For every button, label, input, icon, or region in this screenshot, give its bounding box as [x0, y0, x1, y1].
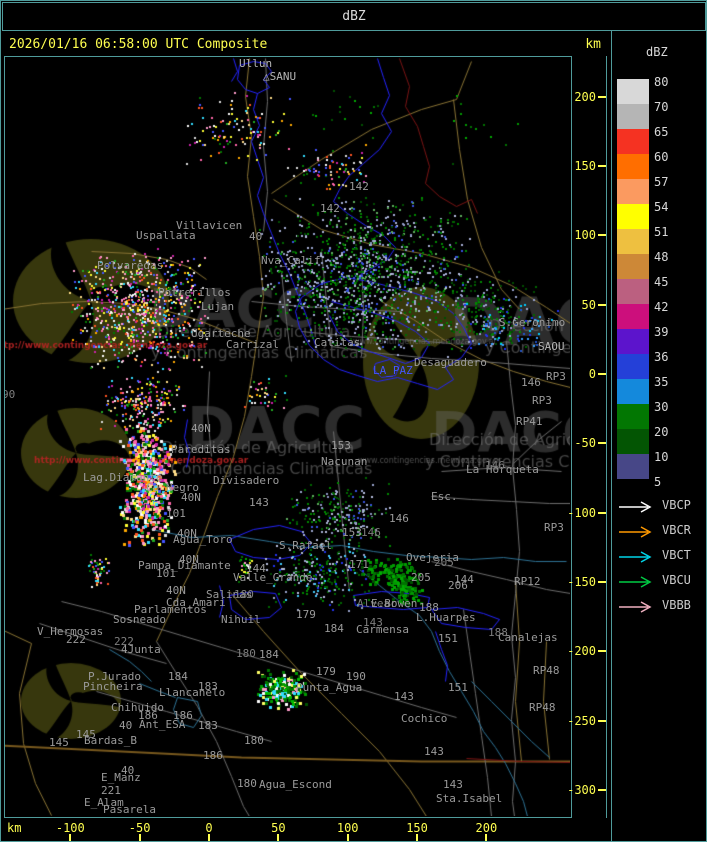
- vector-arrow-icon: [619, 601, 652, 613]
- colorbar-tick-label: 51: [654, 225, 669, 239]
- colorbar-title: dBZ: [646, 45, 668, 59]
- colorbar-tick-label: 5: [654, 475, 662, 489]
- colorbar-tick-label: 70: [654, 100, 669, 114]
- vector-legend-row: VBBB: [617, 598, 691, 613]
- vector-legend-label: VBCP: [662, 498, 691, 512]
- right-axis-tick-label: 150: [574, 159, 596, 174]
- colorbar-swatch: [617, 204, 649, 229]
- map-frame: [4, 56, 572, 818]
- colorbar-tick-label: 20: [654, 425, 669, 439]
- colorbar-swatch: [617, 129, 649, 154]
- right-axis-tick: [598, 719, 606, 722]
- legend-panel: dBZ 80 70 65 60 57 54 51 48 45 42 39 36 35 30 20 10 5 VB…: [611, 31, 706, 841]
- right-axis-tick-label: 100: [574, 228, 596, 243]
- colorbar-tick-label: 36: [654, 350, 669, 364]
- bottom-axis-tick-label: 200: [475, 821, 498, 835]
- colorbar-swatch: [617, 429, 649, 454]
- vector-arrow-icon: [619, 576, 652, 588]
- bottom-axis-tick-label: -100: [55, 821, 85, 835]
- bottom-axis-tick: [69, 834, 72, 841]
- right-axis-tick: [598, 95, 606, 98]
- right-axis-tick-label: -300: [567, 782, 596, 797]
- right-axis-tick-label: -50: [574, 436, 596, 451]
- right-axis-tick: [598, 303, 606, 306]
- colorbar-swatch: [617, 104, 649, 129]
- bottom-axis-tick-label: 50: [271, 821, 286, 835]
- vector-legend-row: VBCR: [617, 523, 691, 538]
- colorbar-swatch: [617, 329, 649, 354]
- right-axis-tick: [598, 234, 606, 237]
- timestamp-label: 2026/01/16 06:58:00 UTC Composite: [9, 37, 268, 52]
- right-axis-tick: [598, 650, 606, 653]
- vector-legend-row: VBCP: [617, 498, 691, 513]
- right-axis-tick: [598, 580, 606, 583]
- bottom-axis-tick-label: 150: [406, 821, 428, 835]
- vector-legend-label: VBCU: [662, 573, 691, 587]
- colorbar-tick-label: 45: [654, 275, 669, 289]
- colorbar-tick-label: 39: [654, 325, 669, 339]
- right-axis-tick-label: 200: [574, 89, 596, 104]
- bottom-axis-tick: [416, 834, 419, 841]
- right-axis-tick: [598, 165, 606, 168]
- vector-legend-label: VBCT: [662, 548, 691, 562]
- colorbar-tick-label: 35: [654, 375, 669, 389]
- right-axis-tick-label: -100: [567, 505, 596, 520]
- right-axis-tick-label: 50: [581, 297, 596, 312]
- bottom-axis-tick-label: 0: [205, 821, 213, 835]
- colorbar-tick-label: 42: [654, 300, 669, 314]
- right-axis-tick-label: 0: [588, 367, 596, 381]
- vector-legend-row: VBCU: [617, 573, 691, 588]
- right-axis-tick: [598, 511, 606, 514]
- bottom-axis-tick: [485, 834, 488, 841]
- colorbar-swatch: [617, 279, 649, 304]
- bottom-axis-tick: [138, 834, 141, 841]
- colorbar-swatch: [617, 229, 649, 254]
- colorbar-tick-label: 30: [654, 400, 669, 414]
- colorbar-tick-label: 48: [654, 250, 669, 264]
- right-axis-unit-label: km: [585, 37, 601, 52]
- colorbar-swatch: [617, 254, 649, 279]
- radar-app-window: dBZ 2026/01/16 06:58:00 UTC Composite km…: [0, 0, 707, 842]
- colorbar-tick-label: 60: [654, 150, 669, 164]
- colorbar-tick-label: 80: [654, 75, 669, 89]
- colorbar-swatch: [617, 379, 649, 404]
- vector-arrow-icon: [619, 501, 652, 513]
- colorbar-tick-label: 57: [654, 175, 669, 189]
- vector-arrow-icon: [619, 551, 652, 563]
- colorbar-swatch: [617, 154, 649, 179]
- right-axis-tick: [598, 788, 606, 791]
- right-axis-tick-label: -150: [567, 574, 596, 589]
- colorbar-swatch: [617, 179, 649, 204]
- right-axis-frame: [606, 56, 607, 818]
- bottom-axis-tick: [346, 834, 349, 841]
- colorbar-tick-label: 65: [654, 125, 669, 139]
- bottom-axis-tick: [208, 834, 210, 841]
- vector-legend-label: VBCR: [662, 523, 691, 537]
- colorbar-swatch: [617, 304, 649, 329]
- bottom-axis-tick-label: -50: [128, 821, 151, 835]
- title-bar: dBZ: [2, 2, 706, 31]
- colorbar-tick-label: 54: [654, 200, 669, 214]
- bottom-axis-unit-label: km: [7, 821, 22, 835]
- vector-legend-label: VBBB: [662, 598, 691, 612]
- vector-arrow-icon: [619, 526, 652, 538]
- colorbar-swatch: [617, 354, 649, 379]
- vector-legend-row: VBCT: [617, 548, 691, 563]
- colorbar-tick-label: 10: [654, 450, 669, 464]
- right-axis-tick: [598, 442, 606, 445]
- right-axis-tick-label: -200: [567, 644, 596, 659]
- right-axis-tick: [598, 373, 606, 375]
- bottom-axis-tick-label: 100: [336, 821, 359, 835]
- bottom-axis-tick: [277, 834, 280, 841]
- colorbar-swatch: [617, 404, 649, 429]
- colorbar-swatch: [617, 454, 649, 479]
- right-axis-tick-label: -250: [567, 713, 596, 728]
- colorbar-swatch: [617, 79, 649, 104]
- window-title: dBZ: [342, 9, 366, 24]
